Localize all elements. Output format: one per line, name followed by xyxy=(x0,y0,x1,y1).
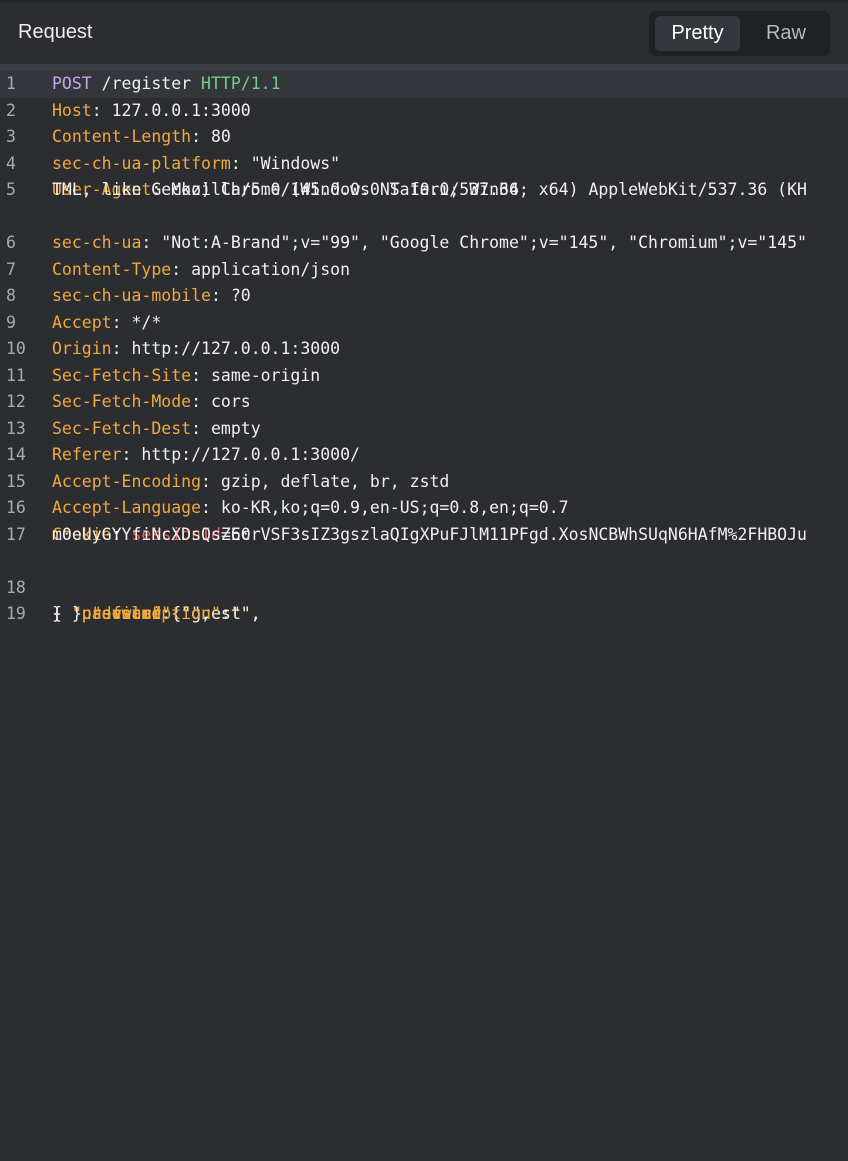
header-key: Referer xyxy=(52,445,122,464)
json-body: 19 { "username":"guest", "password":"gue… xyxy=(0,601,848,813)
line-number: 8 xyxy=(6,286,16,305)
header-value-wrap: TML, like Gecko) Chrome/145.0.0.0 Safari… xyxy=(52,180,519,199)
line-number: 14 xyxy=(6,445,26,464)
header-value: 80 xyxy=(210,127,231,146)
json-inner-close-brace: } xyxy=(71,604,82,623)
header-key: Content-Type xyxy=(52,259,172,279)
line-number: 18 xyxy=(6,577,26,597)
header-value: */* xyxy=(131,312,162,332)
header-key: Sec-Fetch-Mode xyxy=(52,392,192,411)
header-value: cors xyxy=(210,392,251,411)
header-line: 4 sec-ch-ua-platform: "Windows" xyxy=(0,151,848,178)
header-value: http://127.0.0.1:3000 xyxy=(131,339,341,358)
raw-tab[interactable]: Raw xyxy=(747,16,825,51)
line-number: 9 xyxy=(6,312,16,332)
header-line: 14 Referer: http://127.0.0.1:3000/ xyxy=(0,442,848,469)
line-number: 13 xyxy=(6,418,26,438)
header-line: 11 Sec-Fetch-Site: same-origin xyxy=(0,363,848,390)
header-line: 10 Origin: http://127.0.0.1:3000 xyxy=(0,336,848,363)
cookie-value: =60rVSF3sIZ3gszlaQIgXPuFJlM11PFgd.XosNCB… xyxy=(220,524,807,544)
line-number: 19 xyxy=(6,604,26,623)
view-mode-toggle: Pretty Raw xyxy=(649,11,830,56)
header-line: 16 Accept-Language: ko-KR,ko;q=0.9,en-US… xyxy=(0,495,848,522)
header-key: Sec-Fetch-Dest xyxy=(52,418,192,438)
header-line: 12 Sec-Fetch-Mode: cors xyxy=(0,389,848,416)
panel-title: Request xyxy=(18,21,93,43)
header-value: ko-KR,ko;q=0.9,en-US;q=0.8,en;q=0.7 xyxy=(220,498,569,517)
header-key: sec-ch-ua xyxy=(52,233,142,252)
header-value: same-origin xyxy=(210,365,321,385)
header-key: Accept xyxy=(52,312,112,332)
line-number: 6 xyxy=(6,233,16,252)
header-key: sec-ch-ua-mobile xyxy=(52,286,211,305)
header-value: ?0 xyxy=(230,286,251,305)
http-protocol: HTTP/1.1 xyxy=(201,74,281,93)
json-value-description: "" xyxy=(230,604,251,623)
cookie-line: 17 Cookie: sessionId=60rVSF3sIZ3gszlaQIg… xyxy=(0,522,848,575)
header-key: sec-ch-ua-platform xyxy=(52,153,231,173)
header-value: 127.0.0.1:3000 xyxy=(111,100,251,120)
header-line: 13 Sec-Fetch-Dest: empty xyxy=(0,416,848,443)
header-line: 5 User-Agent: Mozilla/5.0 (Windows NT 10… xyxy=(0,177,848,230)
header-value: http://127.0.0.1:3000/ xyxy=(141,445,360,464)
header-key: Accept-Language xyxy=(52,498,202,517)
header-divider xyxy=(0,64,848,71)
pretty-tab[interactable]: Pretty xyxy=(655,16,740,51)
blank-line: 18 xyxy=(0,575,848,602)
request-path: /register xyxy=(91,74,202,93)
header-line: 15 Accept-Encoding: gzip, deflate, br, z… xyxy=(0,469,848,496)
header-line: 3 Content-Length: 80 xyxy=(0,124,848,151)
http-method: POST xyxy=(52,74,92,93)
header-line: 6 sec-ch-ua: "Not:A-Brand";v="99", "Goog… xyxy=(0,230,848,257)
header-key: Accept-Encoding xyxy=(52,471,202,491)
line-number: 15 xyxy=(6,471,26,491)
request-line: 1 POST /register HTTP/1.1 xyxy=(0,71,848,98)
request-header: Request Pretty Raw xyxy=(0,3,848,64)
header-value: "Windows" xyxy=(250,153,341,173)
header-key: Host xyxy=(52,100,92,120)
header-key: Origin xyxy=(52,339,112,358)
header-key: Sec-Fetch-Site xyxy=(52,365,192,385)
request-editor[interactable]: 1 POST /register HTTP/1.1 2 Host: 127.0.… xyxy=(0,71,848,813)
header-line: 8 sec-ch-ua-mobile: ?0 xyxy=(0,283,848,310)
line-number: 12 xyxy=(6,392,26,411)
header-key: Content-Length xyxy=(52,127,192,146)
header-value: gzip, deflate, br, zstd xyxy=(220,471,450,491)
cookie-value-wrap: m0eUyGYYfiNcXDsQsZEc xyxy=(52,524,251,544)
json-key-description: "description" xyxy=(91,604,221,623)
line-number: 16 xyxy=(6,498,26,517)
header-value: empty xyxy=(210,418,261,438)
line-number: 10 xyxy=(6,339,26,358)
header-line: 7 Content-Type: application/json xyxy=(0,257,848,284)
line-number: 1 xyxy=(6,74,16,93)
header-value: application/json xyxy=(191,259,351,279)
line-number: 7 xyxy=(6,259,16,279)
line-number: 4 xyxy=(6,153,16,173)
line-number: 17 xyxy=(6,524,26,544)
line-number: 11 xyxy=(6,365,26,385)
line-number: 5 xyxy=(6,180,16,199)
line-number: 2 xyxy=(6,100,16,120)
header-line: 2 Host: 127.0.0.1:3000 xyxy=(0,98,848,125)
json-close-brace: } xyxy=(52,604,62,623)
header-line: 9 Accept: */* xyxy=(0,310,848,337)
header-value: "Not:A-Brand";v="99", "Google Chrome";v=… xyxy=(161,233,807,252)
line-number: 3 xyxy=(6,127,16,146)
